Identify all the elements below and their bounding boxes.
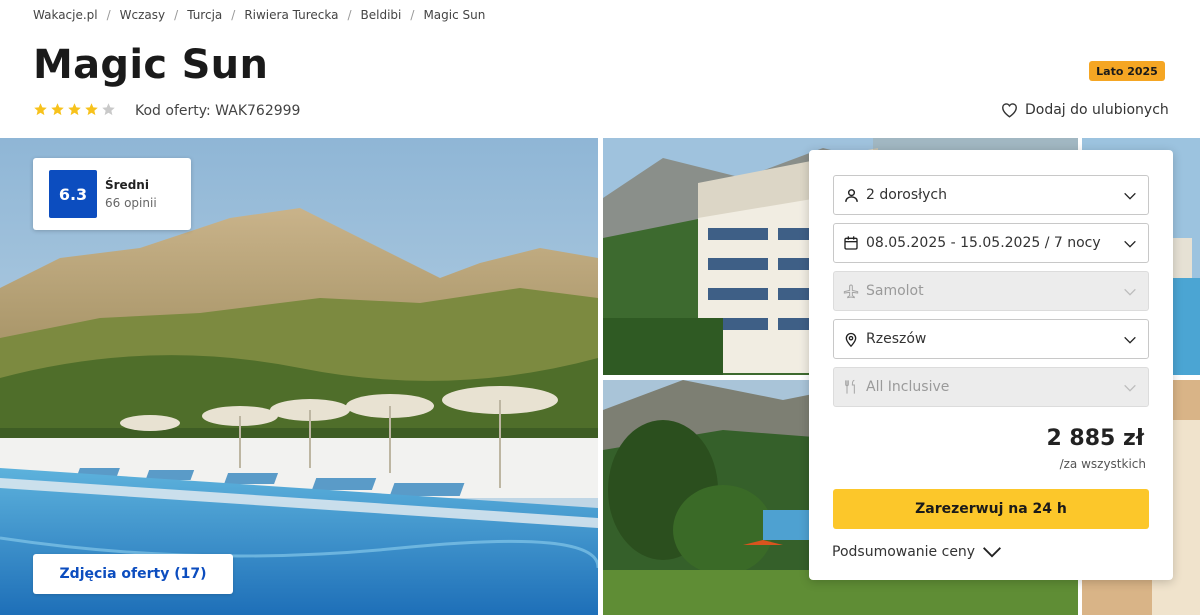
hotel-stars [33, 102, 116, 117]
chevron-down-icon [1124, 240, 1136, 248]
breadcrumb-separator: / [106, 8, 111, 22]
offer-photos-button[interactable]: Zdjęcia oferty (17) [33, 554, 233, 594]
rating-card[interactable]: 6.3 Średni 66 opinii [33, 158, 191, 230]
star-icon-filled [34, 103, 47, 116]
breadcrumb-item-turcja[interactable]: Turcja [187, 8, 222, 22]
cutlery-icon [842, 378, 860, 396]
rating-label: Średni [105, 178, 149, 192]
book-button[interactable]: Zarezerwuj na 24 h [833, 489, 1149, 529]
price-summary-toggle[interactable]: Podsumowanie ceny [832, 544, 1002, 560]
breadcrumb-item-wczasy[interactable]: Wczasy [120, 8, 165, 22]
breadcrumb-separator: / [347, 8, 352, 22]
chevron-down-icon [983, 547, 1002, 558]
rating-score: 6.3 [49, 170, 97, 218]
chevron-down-icon [1124, 336, 1136, 344]
price-note: /za wszystkich [1059, 457, 1146, 471]
breadcrumb: Wakacje.pl / Wczasy / Turcja / Riwiera T… [33, 8, 485, 22]
dates-select[interactable]: 08.05.2025 - 15.05.2025 / 7 nocy [833, 223, 1149, 263]
breadcrumb-separator: / [231, 8, 236, 22]
chevron-down-icon [1124, 288, 1136, 296]
board-select[interactable]: All Inclusive [833, 367, 1149, 407]
travelers-select[interactable]: 2 dorosłych [833, 175, 1149, 215]
board-value: All Inclusive [866, 379, 950, 395]
star-icon-filled [51, 103, 64, 116]
rating-review-count: 66 opinii [105, 196, 157, 210]
departure-value: Rzeszów [866, 331, 927, 347]
booking-panel: 2 dorosłych 08.05.2025 - 15.05.2025 / 7 … [809, 150, 1173, 580]
star-icon-empty [102, 103, 115, 116]
offer-code: Kod oferty: WAK762999 [135, 103, 301, 119]
airplane-icon [842, 282, 860, 300]
add-to-favorites-label: Dodaj do ulubionych [1025, 102, 1169, 118]
location-pin-icon [842, 330, 860, 348]
departure-select[interactable]: Rzeszów [833, 319, 1149, 359]
season-badge: Lato 2025 [1089, 61, 1165, 81]
page-title: Magic Sun [33, 42, 269, 88]
breadcrumb-item-wakacje[interactable]: Wakacje.pl [33, 8, 98, 22]
price-summary-label: Podsumowanie ceny [832, 544, 976, 560]
chevron-down-icon [1124, 384, 1136, 392]
rating-text: Średni 66 opinii [105, 178, 157, 210]
dates-value: 08.05.2025 - 15.05.2025 / 7 nocy [866, 235, 1101, 251]
offer-page: Wakacje.pl / Wczasy / Turcja / Riwiera T… [0, 0, 1200, 615]
breadcrumb-separator: / [174, 8, 179, 22]
breadcrumb-item-current: Magic Sun [423, 8, 486, 22]
breadcrumb-item-beldibi[interactable]: Beldibi [361, 8, 402, 22]
chevron-down-icon [1124, 192, 1136, 200]
star-icon-filled [85, 103, 98, 116]
star-icon-filled [68, 103, 81, 116]
person-icon [842, 186, 860, 204]
calendar-icon [842, 234, 860, 252]
total-price: 2 885 zł [1046, 426, 1144, 451]
transport-value: Samolot [866, 283, 924, 299]
heart-icon [1002, 103, 1017, 118]
add-to-favorites-button[interactable]: Dodaj do ulubionych [1001, 102, 1169, 118]
breadcrumb-item-riwiera[interactable]: Riwiera Turecka [244, 8, 338, 22]
breadcrumb-separator: / [410, 8, 415, 22]
travelers-value: 2 dorosłych [866, 187, 947, 203]
transport-select[interactable]: Samolot [833, 271, 1149, 311]
